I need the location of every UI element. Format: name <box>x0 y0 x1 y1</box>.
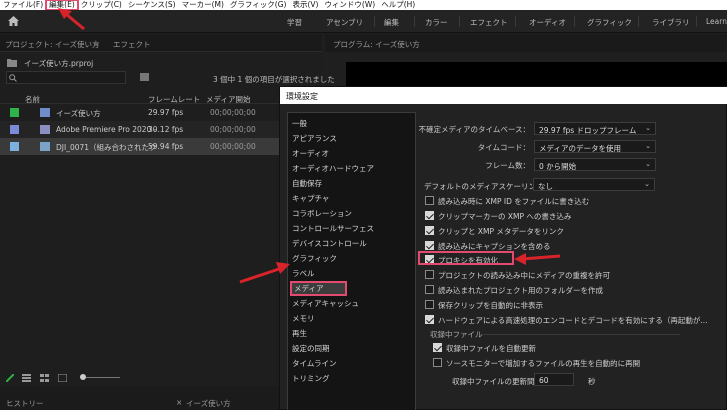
arrow-to-edit-menu-icon <box>58 8 85 31</box>
arrow-to-media-category-icon <box>239 262 290 284</box>
arrow-to-proxy-option-icon <box>514 253 561 265</box>
annotation-arrows <box>58 8 561 284</box>
